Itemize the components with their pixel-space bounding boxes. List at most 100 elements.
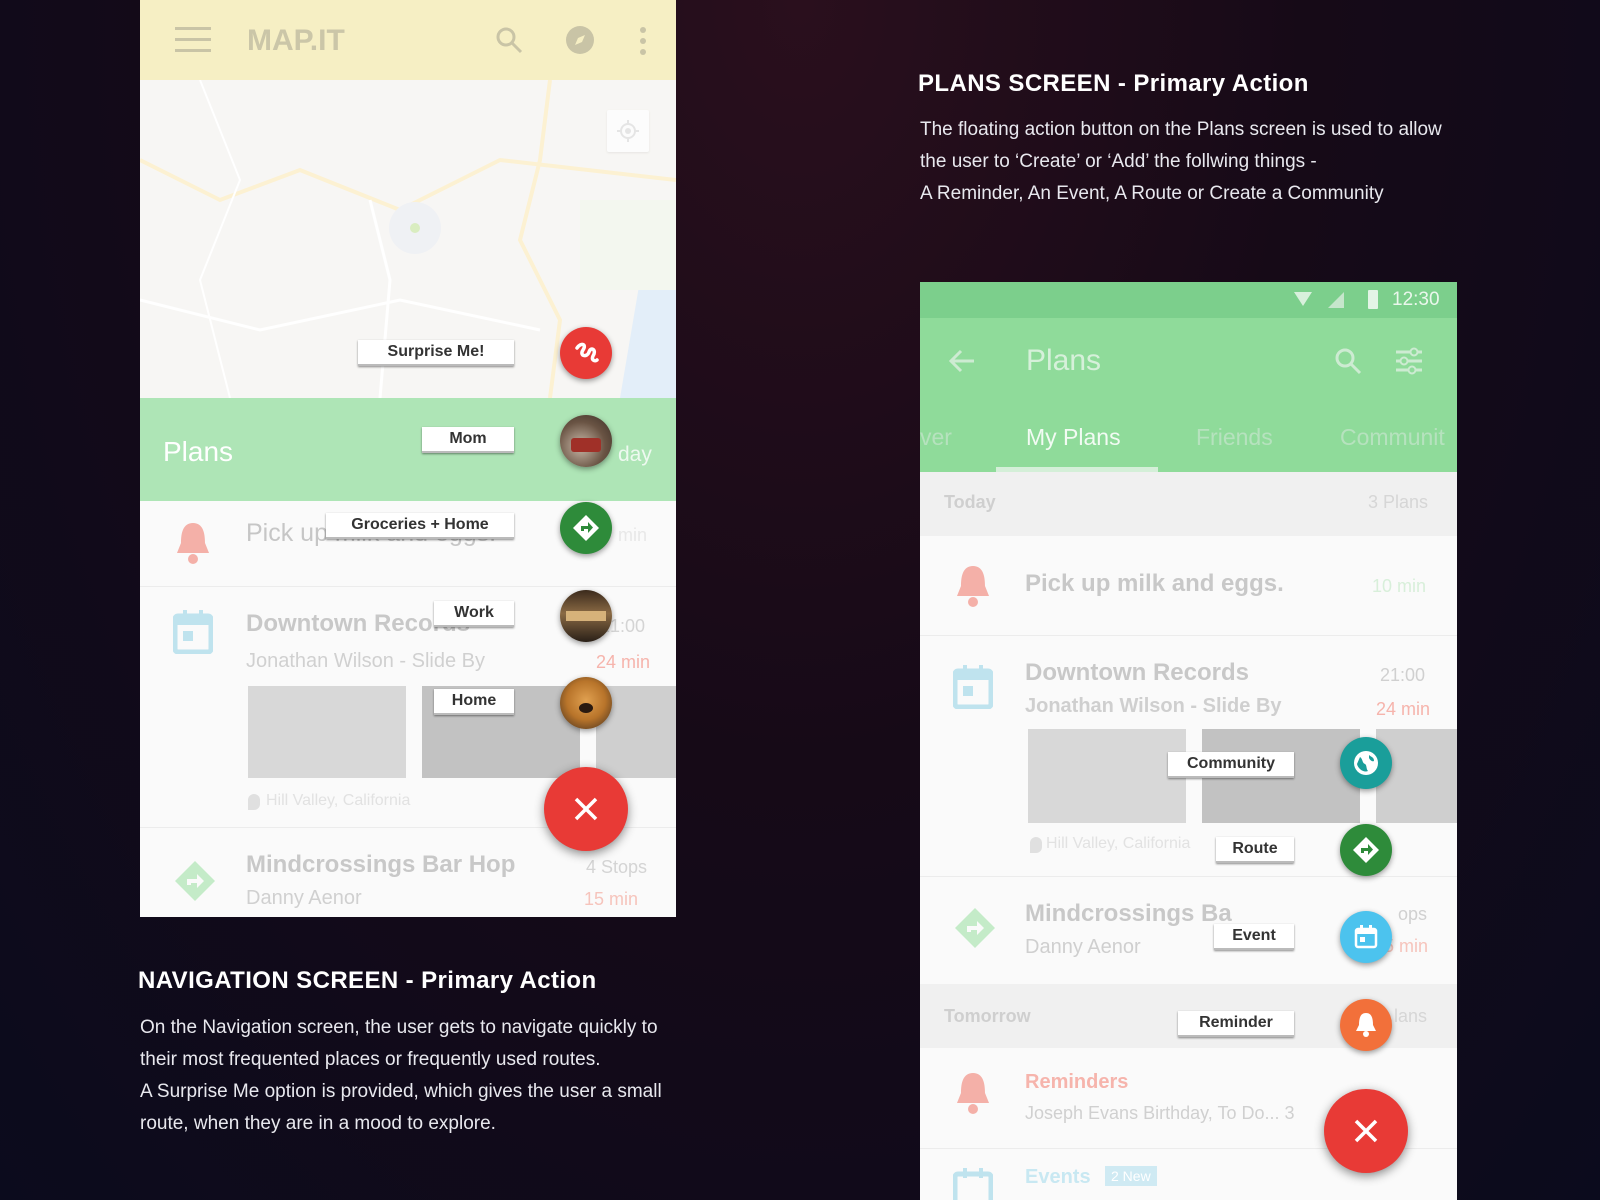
- search-icon[interactable]: [1334, 347, 1362, 380]
- app-title: MAP.IT: [247, 24, 345, 57]
- plans-description-line: the user to ‘Create’ or ‘Add’ the follwi…: [920, 151, 1317, 172]
- list-item[interactable]: Pick up milk and eggs. 10 min: [920, 536, 1457, 636]
- reminder-fab[interactable]: [1340, 999, 1392, 1051]
- globe-icon: [1354, 751, 1378, 775]
- menu-icon[interactable]: [175, 27, 211, 53]
- navigation-screen-mockup: MAP.IT Plans day Pick up min Downtown Re…: [140, 0, 676, 917]
- close-speed-dial-fab[interactable]: [544, 767, 628, 851]
- tab-bar: ver My Plans Friends Communit: [920, 404, 1457, 472]
- calendar-icon: [1354, 925, 1378, 949]
- route-icon: [173, 859, 217, 908]
- more-vert-icon[interactable]: [640, 27, 646, 55]
- surprise-me-fab[interactable]: [560, 327, 612, 379]
- squiggle-route-icon: [575, 342, 599, 363]
- calendar-icon: [952, 1168, 994, 1200]
- item-time: 21:00: [1380, 665, 1426, 685]
- navigation-description-line: A Surprise Me option is provided, which …: [140, 1081, 662, 1102]
- status-time: 12:30: [1392, 289, 1440, 310]
- event-fab[interactable]: [1340, 911, 1392, 963]
- directions-icon: [1353, 837, 1379, 863]
- wifi-icon: [1294, 292, 1312, 306]
- item-meta: ops: [1398, 904, 1428, 924]
- item-meta: 10 min: [1372, 576, 1427, 596]
- home-fab[interactable]: [560, 677, 612, 729]
- calendar-icon: [172, 610, 214, 659]
- plans-description-line: A Reminder, An Event, A Route or Create …: [920, 183, 1384, 204]
- mom-fab[interactable]: [560, 415, 612, 467]
- speed-dial-label-reminder[interactable]: Reminder: [1178, 1011, 1294, 1037]
- plans-description-body: The floating action button on the Plans …: [920, 114, 1540, 210]
- calendar-icon: [952, 665, 994, 714]
- item-subtitle: Jonathan Wilson - Slide By: [1025, 695, 1282, 717]
- pin-icon: [1030, 837, 1042, 853]
- item-badge: 2 New: [1105, 1166, 1157, 1186]
- signal-icon: [1328, 292, 1344, 308]
- section-count: 3 Plans: [1368, 492, 1429, 512]
- navigation-description-line: their most frequented places or frequent…: [140, 1049, 601, 1070]
- item-location: Hill Valley, California: [1046, 835, 1191, 852]
- app-bar: Plans: [920, 318, 1457, 404]
- work-fab[interactable]: [560, 590, 612, 642]
- section-count: lans: [1394, 1006, 1428, 1026]
- item-title: Mindcrossings Bar Hop: [246, 851, 516, 878]
- plans-description-title: PLANS SCREEN - Primary Action: [918, 70, 1309, 97]
- filter-icon[interactable]: [1394, 347, 1424, 380]
- plans-description-line: The floating action button on the Plans …: [920, 119, 1442, 140]
- page-title: Plans: [1026, 344, 1102, 377]
- navigation-description-title: NAVIGATION SCREEN - Primary Action: [138, 967, 597, 994]
- app-bar: MAP.IT: [140, 0, 676, 80]
- tab-my-plans[interactable]: My Plans: [1026, 424, 1121, 451]
- item-eta: 24 min: [1376, 699, 1431, 719]
- item-title: Mindcrossings Ba: [1025, 900, 1232, 927]
- bell-icon: [953, 1071, 993, 1120]
- speed-dial-label-event[interactable]: Event: [1214, 924, 1294, 950]
- battery-icon: [1368, 290, 1378, 309]
- bell-icon: [1356, 1013, 1376, 1037]
- item-meta: 4 Stops: [586, 857, 648, 877]
- search-icon[interactable]: [495, 26, 523, 59]
- pin-icon: [248, 794, 260, 810]
- event-photo: [248, 686, 406, 778]
- community-fab[interactable]: [1340, 737, 1392, 789]
- item-title: Events: [1025, 1166, 1091, 1188]
- back-arrow-icon[interactable]: [948, 348, 976, 379]
- speed-dial-label-groceries-home[interactable]: Groceries + Home: [326, 513, 514, 539]
- route-fab[interactable]: [1340, 824, 1392, 876]
- section-header: Today 3 Plans: [920, 472, 1457, 536]
- compass-icon[interactable]: [565, 25, 595, 60]
- tab-community[interactable]: Communit: [1340, 424, 1445, 451]
- item-subtitle: Danny Aenor: [1025, 936, 1141, 958]
- item-title: Pick up milk and eggs.: [1025, 570, 1284, 597]
- item-eta: 15 min: [584, 889, 639, 909]
- item-meta: min: [618, 525, 648, 545]
- item-subtitle: Joseph Evans Birthday, To Do... 3: [1025, 1103, 1295, 1123]
- route-icon: [953, 906, 997, 955]
- bell-icon: [953, 564, 993, 613]
- item-location: Hill Valley, California: [266, 792, 411, 809]
- plans-screen-mockup: 12:30 Plans ver My Plans Friends Communi…: [920, 282, 1457, 1200]
- speed-dial-label-route[interactable]: Route: [1216, 837, 1294, 863]
- speed-dial-label-mom[interactable]: Mom: [422, 427, 514, 453]
- speed-dial-label-home[interactable]: Home: [434, 689, 514, 715]
- speed-dial-label-community[interactable]: Community: [1168, 752, 1294, 778]
- tab-friends[interactable]: Friends: [1196, 424, 1273, 451]
- item-eta: 24 min: [596, 652, 651, 672]
- item-title: Downtown Records: [1025, 659, 1250, 686]
- photo-dog: [579, 703, 593, 713]
- photo-mom: [571, 438, 601, 452]
- directions-icon: [573, 515, 599, 541]
- event-photo: [1028, 729, 1186, 823]
- photo-work: [566, 611, 606, 621]
- navigation-description-line: route, when they are in a mood to explor…: [140, 1113, 496, 1134]
- groceries-home-fab[interactable]: [560, 502, 612, 554]
- close-speed-dial-fab[interactable]: [1324, 1089, 1408, 1173]
- tab-discover[interactable]: ver: [920, 424, 952, 451]
- speed-dial-label-surprise-me[interactable]: Surprise Me!: [358, 340, 514, 366]
- speed-dial-label-work[interactable]: Work: [434, 601, 514, 627]
- status-bar: 12:30: [920, 282, 1457, 318]
- item-subtitle: Danny Aenor: [246, 887, 362, 909]
- section-label: Today: [944, 492, 996, 512]
- item-title: Reminders: [1025, 1071, 1129, 1093]
- item-subtitle: Jonathan Wilson - Slide By: [246, 650, 486, 672]
- navigation-description-body: On the Navigation screen, the user gets …: [140, 1012, 700, 1140]
